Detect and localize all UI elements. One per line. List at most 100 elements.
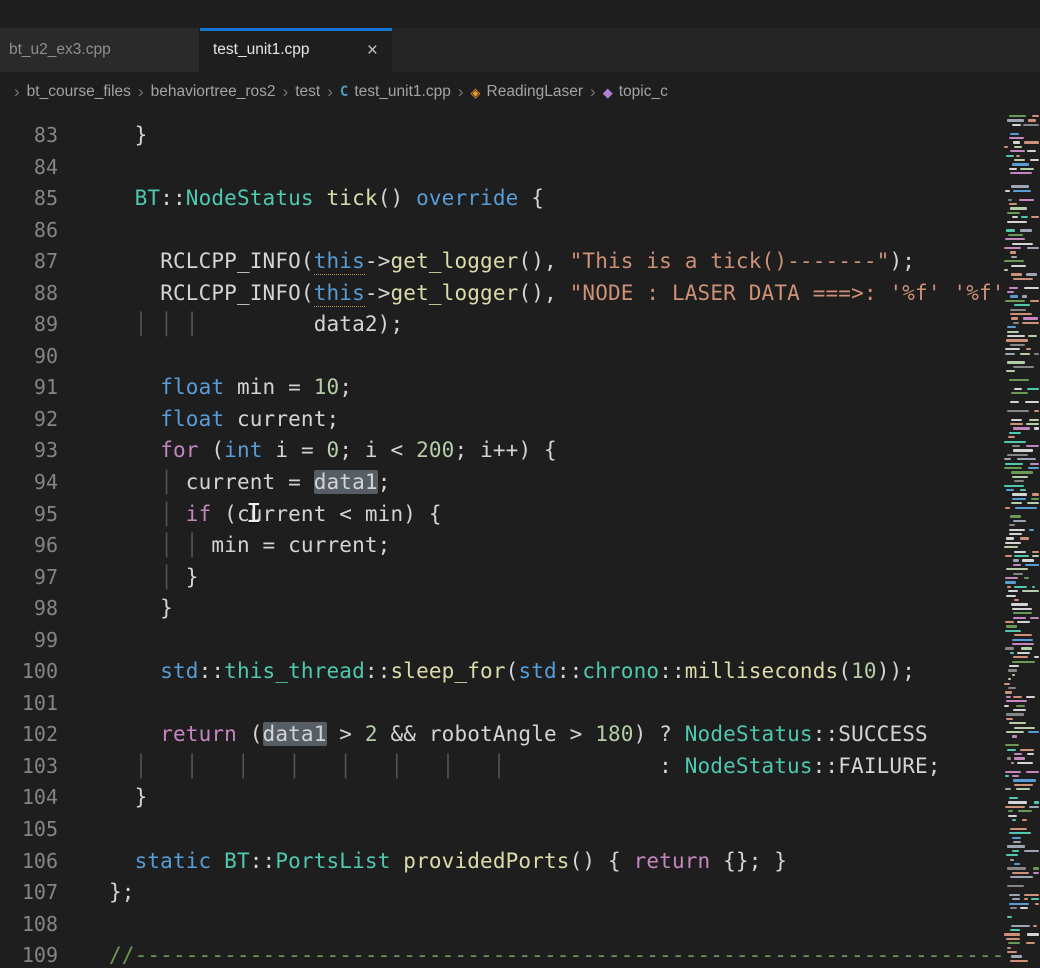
line-number[interactable]: 108 <box>0 909 58 941</box>
code-line[interactable]: 93 for (int i = 0; i < 200; i++) { <box>0 435 1003 467</box>
minimap-line <box>1022 322 1039 324</box>
close-icon[interactable]: × <box>367 41 378 60</box>
line-number[interactable]: 99 <box>0 625 58 657</box>
minimap-line <box>1011 256 1017 258</box>
breadcrumb-item-test[interactable]: test <box>295 83 320 101</box>
minimap-line <box>1012 243 1032 245</box>
line-number[interactable]: 90 <box>0 341 58 373</box>
code-line[interactable]: 85 BT::NodeStatus tick() override { <box>0 183 1003 215</box>
code-line[interactable]: 88 RCLCPP_INFO(this->get_logger(), "NODE… <box>0 278 1003 310</box>
minimap-line <box>1004 260 1024 262</box>
code-line[interactable]: 87 RCLCPP_INFO(this->get_logger(), "This… <box>0 246 1003 278</box>
minimap-line <box>1031 898 1039 900</box>
minimap-line <box>1007 119 1024 121</box>
code-line[interactable]: 100 std::this_thread::sleep_for(std::chr… <box>0 656 1003 688</box>
code-text: std::this_thread::sleep_for(std::chrono:… <box>109 656 915 688</box>
minimap-line <box>1004 247 1021 249</box>
line-number[interactable]: 103 <box>0 751 58 783</box>
line-number[interactable]: 88 <box>0 278 58 310</box>
code-line[interactable]: 94 │ current = data1; <box>0 467 1003 499</box>
line-number[interactable]: 89 <box>0 309 58 341</box>
line-number[interactable]: 96 <box>0 530 58 562</box>
line-number[interactable]: 97 <box>0 562 58 594</box>
minimap-line <box>1013 612 1032 614</box>
minimap-line <box>1008 436 1016 438</box>
line-number[interactable]: 85 <box>0 183 58 215</box>
code-line[interactable]: 99 <box>0 625 1003 657</box>
minimap-line <box>1005 581 1016 583</box>
minimap-line <box>1006 713 1024 715</box>
line-number[interactable]: 94 <box>0 467 58 499</box>
code-line[interactable]: 92 float current; <box>0 404 1003 436</box>
line-number[interactable]: 83 <box>0 120 58 152</box>
code-line[interactable]: 101 <box>0 688 1003 720</box>
line-number[interactable]: 102 <box>0 719 58 751</box>
minimap-line <box>1032 551 1039 553</box>
code-line[interactable]: 95 │ if (current < min) { <box>0 499 1003 531</box>
breadcrumb-item-test-unit1-cpp[interactable]: Ctest_unit1.cpp <box>340 83 451 101</box>
code-line[interactable]: 104 } <box>0 782 1003 814</box>
breadcrumb-item-behaviortree-ros2[interactable]: behaviortree_ros2 <box>151 83 276 101</box>
tab-test_unit1-cpp[interactable]: test_unit1.cpp × <box>200 28 392 72</box>
line-number[interactable]: 98 <box>0 593 58 625</box>
code-line[interactable]: 103 │ │ │ │ │ │ │ │ : NodeStatus::FAILUR… <box>0 751 1003 783</box>
minimap-line <box>1010 828 1027 830</box>
title-bar <box>0 0 1040 28</box>
minimap-line <box>1009 203 1016 205</box>
code-line[interactable]: 98 } <box>0 593 1003 625</box>
line-number[interactable]: 104 <box>0 782 58 814</box>
minimap-line <box>1009 797 1018 799</box>
line-number[interactable]: 87 <box>0 246 58 278</box>
line-number[interactable]: 95 <box>0 499 58 531</box>
code-line[interactable]: 89 │ │ │ data2); <box>0 309 1003 341</box>
minimap-line <box>1027 502 1039 504</box>
minimap-line <box>1022 559 1034 561</box>
breadcrumb-item-bt-course-files[interactable]: bt_course_files <box>27 83 131 101</box>
line-number[interactable]: 100 <box>0 656 58 688</box>
code-text: }; <box>109 877 135 909</box>
minimap-line <box>1029 806 1039 808</box>
minimap-line <box>1006 229 1015 231</box>
minimap-line <box>1005 238 1026 240</box>
code-line[interactable]: 109//-----------------------------------… <box>0 940 1003 968</box>
minimap-line <box>1027 388 1039 390</box>
breadcrumb-label: test_unit1.cpp <box>354 83 451 101</box>
line-number[interactable]: 101 <box>0 688 58 720</box>
line-number[interactable]: 107 <box>0 877 58 909</box>
breadcrumb-item-topic-c[interactable]: ◆topic_c <box>603 83 668 101</box>
code-line[interactable]: 90 <box>0 341 1003 373</box>
minimap-line <box>1014 388 1023 390</box>
line-number[interactable]: 84 <box>0 152 58 184</box>
code-line[interactable]: 107}; <box>0 877 1003 909</box>
breadcrumb-item-readinglaser[interactable]: ◈ReadingLaser <box>471 83 584 101</box>
minimap[interactable] <box>1003 112 1040 968</box>
code-line[interactable]: 108 <box>0 909 1003 941</box>
minimap-line <box>1009 379 1029 381</box>
code-line[interactable]: 86 <box>0 215 1003 247</box>
code-line[interactable]: 105 <box>0 814 1003 846</box>
code-line[interactable]: 83 } <box>0 120 1003 152</box>
code-area[interactable]: 83 }8485 BT::NodeStatus tick() override … <box>0 112 1003 968</box>
line-number[interactable]: 86 <box>0 215 58 247</box>
code-line[interactable]: 96 │ │ min = current; <box>0 530 1003 562</box>
line-number[interactable]: 109 <box>0 940 58 968</box>
minimap-line <box>1014 480 1024 482</box>
code-line[interactable]: 91 float min = 10; <box>0 372 1003 404</box>
line-number[interactable]: 93 <box>0 435 58 467</box>
line-number[interactable]: 105 <box>0 814 58 846</box>
minimap-line <box>1013 190 1030 192</box>
line-number[interactable]: 106 <box>0 846 58 878</box>
minimap-line <box>1005 744 1019 746</box>
minimap-line <box>1014 159 1025 161</box>
code-line[interactable]: 102 return (data1 > 2 && robotAngle > 18… <box>0 719 1003 751</box>
code-line[interactable]: 106 static BT::PortsList providedPorts()… <box>0 846 1003 878</box>
code-line[interactable]: 97 │ } <box>0 562 1003 594</box>
tab-label: test_unit1.cpp <box>213 41 310 59</box>
line-number[interactable]: 91 <box>0 372 58 404</box>
minimap-line <box>1012 639 1033 641</box>
minimap-line <box>1028 335 1037 337</box>
line-number[interactable]: 92 <box>0 404 58 436</box>
minimap-line <box>1026 942 1035 944</box>
code-line[interactable]: 84 <box>0 152 1003 184</box>
tab-bt_u2_ex3-cpp[interactable]: bt_u2_ex3.cpp <box>0 28 200 72</box>
